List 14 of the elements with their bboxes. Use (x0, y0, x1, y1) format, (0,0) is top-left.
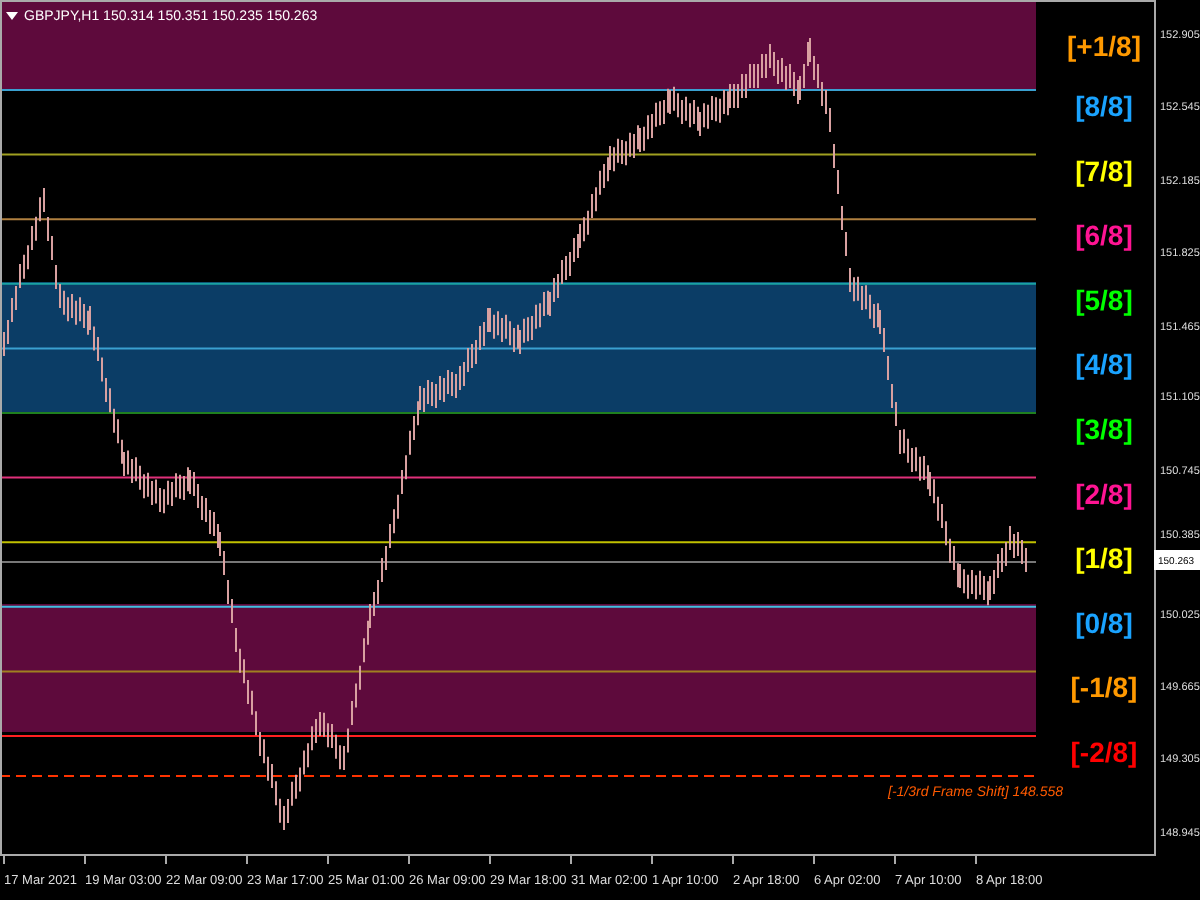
level-label: [6/8] (1075, 219, 1133, 252)
level-label: [4/8] (1075, 348, 1133, 381)
level-label: [0/8] (1075, 606, 1133, 639)
level-label: [1/8] (1075, 542, 1133, 575)
level-label: [-2/8] (1070, 736, 1138, 768)
level-label: [2/8] (1075, 477, 1133, 510)
level-label: [3/8] (1075, 413, 1133, 445)
level-label: [8/8] (1075, 90, 1133, 122)
dropdown-triangle-icon[interactable] (6, 12, 18, 20)
level-label: [-1/8] (1070, 671, 1138, 704)
level-label: [+1/8] (1067, 30, 1141, 62)
level-label: [5/8] (1075, 283, 1133, 316)
level-label: [7/8] (1075, 154, 1133, 187)
current-price-tag (1154, 550, 1200, 570)
